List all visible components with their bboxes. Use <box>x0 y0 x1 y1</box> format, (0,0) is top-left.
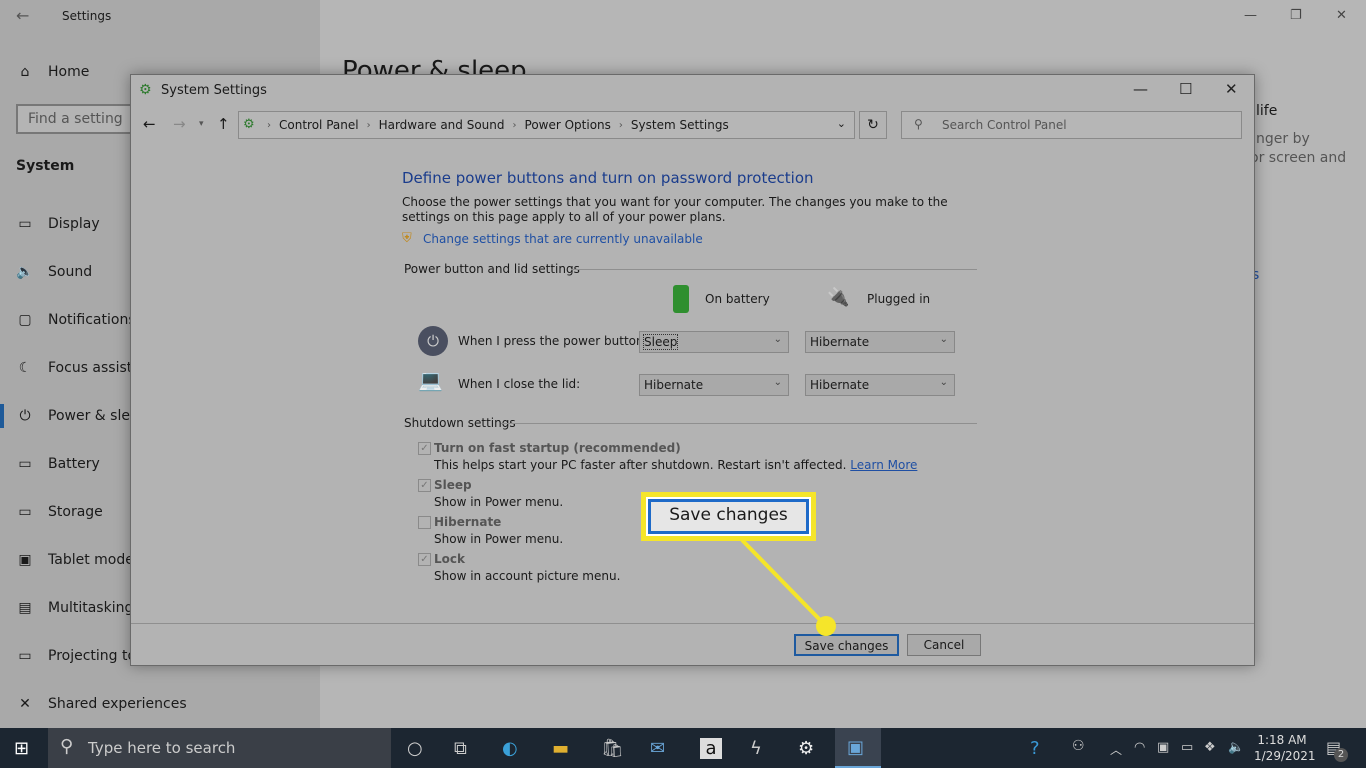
app-icon[interactable]: ϟ <box>750 738 762 759</box>
time: 1:18 AM <box>1257 733 1307 747</box>
sync-icon[interactable]: ▣ <box>1157 740 1169 755</box>
amazon-icon[interactable]: a <box>700 738 722 759</box>
callout-dot <box>816 616 836 636</box>
taskbar-search[interactable]: ⚲ Type here to search <box>48 728 391 768</box>
mail-icon[interactable]: ✉ <box>650 738 665 759</box>
wifi-icon[interactable]: ◠ <box>1134 740 1145 755</box>
control-panel-icon: ▣ <box>847 737 865 758</box>
callout-annotation <box>740 538 836 636</box>
taskbar: ⊞ ⚲ Type here to search ○ ⧉ ◐ ▬ 🛍 ✉ a ϟ ⚙… <box>0 728 1366 768</box>
people-icon[interactable]: ⚇ <box>1072 738 1085 754</box>
notification-badge: 2 <box>1334 748 1348 762</box>
callout-box: Save changes <box>641 492 816 541</box>
task-view-icon[interactable]: ⧉ <box>454 738 467 759</box>
settings-gear-icon[interactable]: ⚙ <box>798 738 814 759</box>
callout-line <box>740 538 828 628</box>
help-icon[interactable]: ? <box>1030 738 1040 759</box>
store-icon[interactable]: 🛍 <box>601 738 624 759</box>
control-panel-taskbar-button[interactable]: ▣ <box>835 728 881 768</box>
dropbox-icon[interactable]: ❖ <box>1204 740 1216 755</box>
cortana-icon[interactable]: ○ <box>407 738 423 759</box>
file-explorer-icon[interactable]: ▬ <box>552 738 569 759</box>
date: 1/29/2021 <box>1254 749 1316 763</box>
callout-save-changes: Save changes <box>648 499 809 534</box>
search-icon: ⚲ <box>60 736 74 757</box>
edge-icon[interactable]: ◐ <box>502 738 518 759</box>
volume-icon[interactable]: 🔈 <box>1228 740 1244 755</box>
search-placeholder: Type here to search <box>88 739 236 757</box>
chevron-up-icon[interactable]: ︿ <box>1110 741 1122 758</box>
windows-start-icon[interactable]: ⊞ <box>14 738 29 759</box>
clock[interactable]: 1:18 AM 1/29/2021 <box>1254 732 1316 764</box>
battery-icon[interactable]: ▭ <box>1181 740 1193 755</box>
